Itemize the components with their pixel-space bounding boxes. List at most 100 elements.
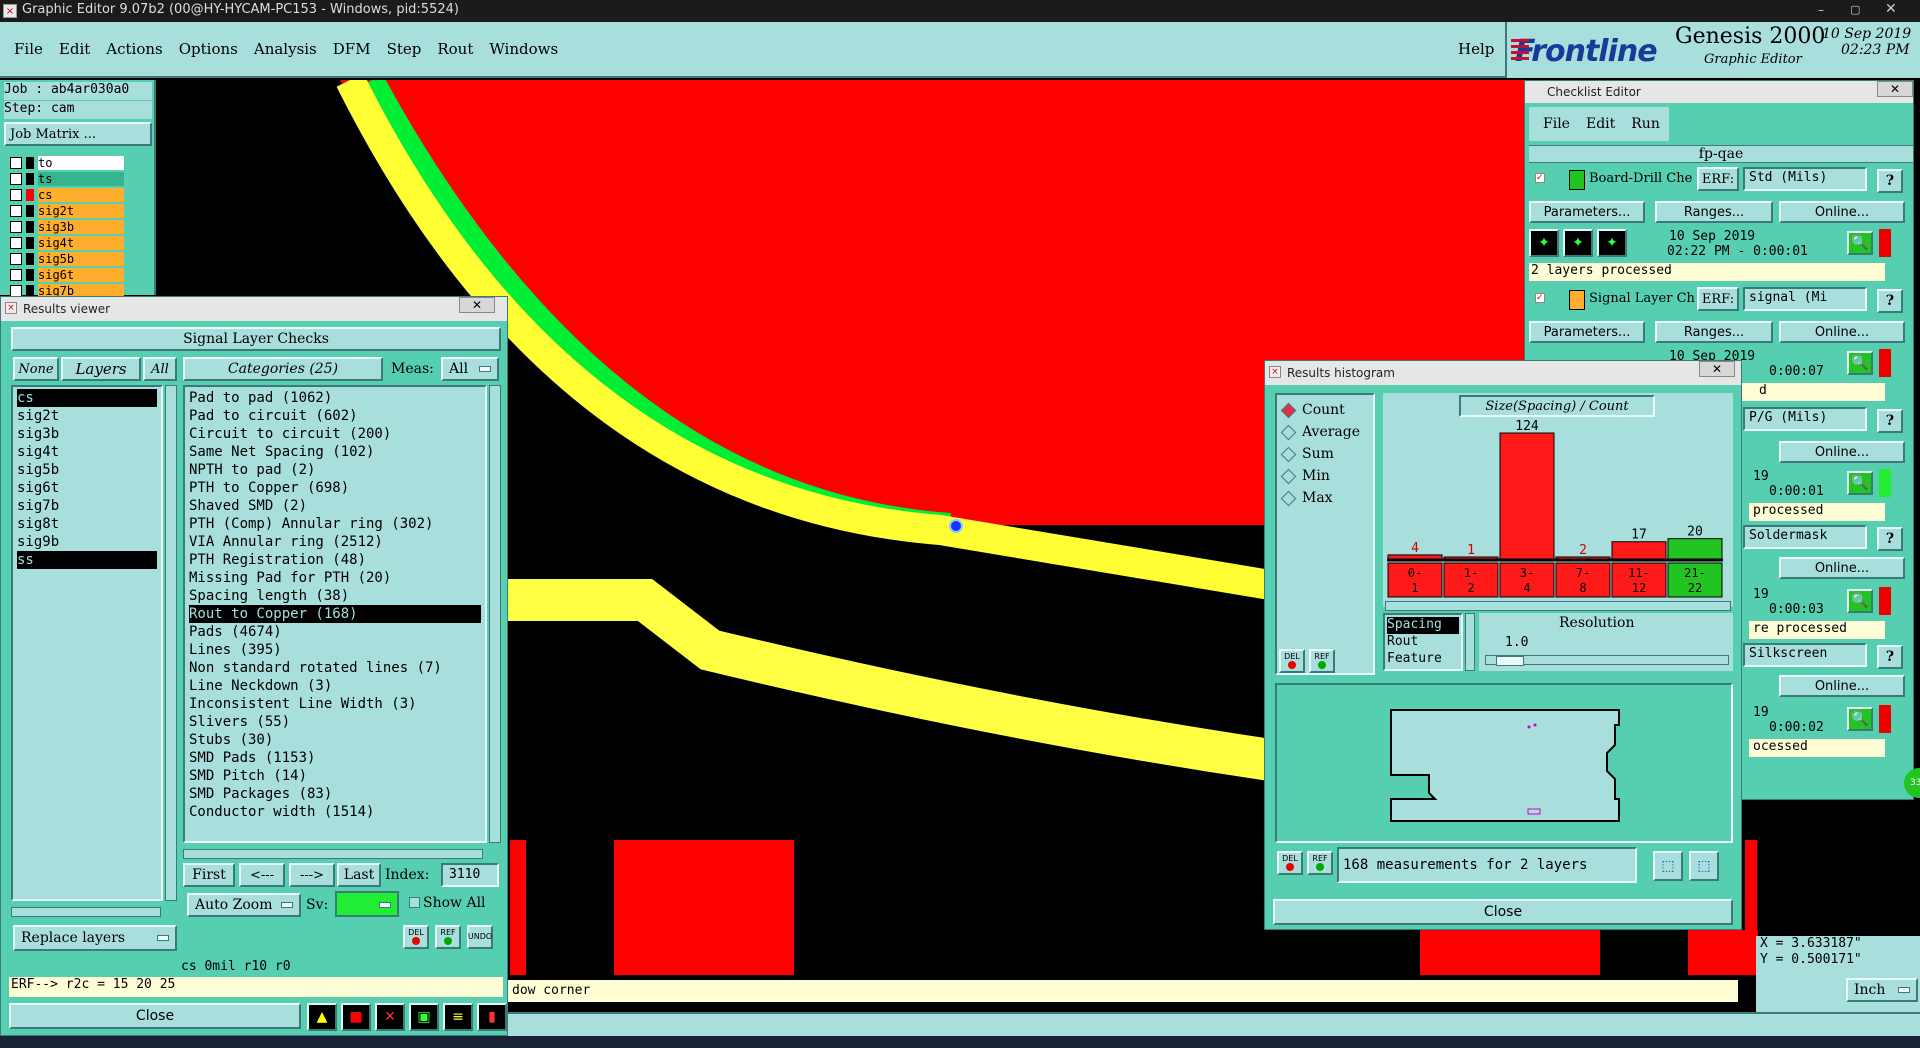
layer-checkbox[interactable] xyxy=(10,205,22,217)
layer-checkbox[interactable] xyxy=(10,173,22,185)
list-item[interactable]: VIA Annular ring (2512) xyxy=(189,533,481,551)
zoom-icon[interactable]: 🔍 xyxy=(1847,351,1873,375)
list-item[interactable]: Circuit to circuit (200) xyxy=(189,425,481,443)
zoom-fit-icon[interactable]: ⬚ xyxy=(1689,851,1719,881)
help-button[interactable]: ? xyxy=(1877,527,1903,551)
help-button[interactable]: ? xyxy=(1877,409,1903,433)
layer-list-hscroll[interactable] xyxy=(11,907,161,917)
first-button[interactable]: First xyxy=(183,863,235,887)
histogram-close-icon[interactable]: ✕ xyxy=(1699,361,1735,377)
tool-icon-1[interactable]: ▲ xyxy=(307,1003,337,1031)
zoom-icon[interactable]: 🔍 xyxy=(1847,707,1873,731)
parameters-button[interactable]: Parameters... xyxy=(1529,201,1645,223)
layer-row[interactable]: sig3b xyxy=(4,219,124,235)
board-preview[interactable] xyxy=(1275,683,1733,843)
erf-value[interactable]: signal (Mi xyxy=(1743,287,1867,311)
zoom-icon[interactable]: 🔍 xyxy=(1847,471,1873,495)
tool-icon-6[interactable]: ▮ xyxy=(477,1003,507,1031)
list-item[interactable]: ss xyxy=(17,551,157,569)
resolution-slider[interactable] xyxy=(1485,655,1729,666)
results-viewer-close-button[interactable]: Close xyxy=(9,1003,301,1029)
run-icon[interactable]: ✦ xyxy=(1597,229,1627,257)
help-button[interactable]: ? xyxy=(1877,289,1903,313)
list-item[interactable]: Rout xyxy=(1387,634,1459,651)
layer-row[interactable]: cs xyxy=(4,187,124,203)
last-button[interactable]: Last xyxy=(337,863,381,887)
show-all-checkbox[interactable] xyxy=(409,897,420,908)
online-button[interactable]: Online... xyxy=(1779,675,1905,697)
tool-icon-2[interactable]: ■ xyxy=(341,1003,371,1031)
layer-row[interactable]: sig5b xyxy=(4,251,124,267)
list-item[interactable]: sig3b xyxy=(17,425,157,443)
parameters-button[interactable]: Parameters... xyxy=(1529,321,1645,343)
layer-row[interactable]: to xyxy=(4,155,124,171)
layer-checkbox[interactable] xyxy=(10,237,22,249)
option-max[interactable]: Max xyxy=(1280,487,1367,509)
next-button[interactable]: ---> xyxy=(289,863,335,887)
layer-row[interactable]: sig6t xyxy=(4,267,124,283)
minimize-button[interactable]: – xyxy=(1818,3,1834,17)
layer-checkbox[interactable] xyxy=(10,269,22,281)
layer-row[interactable]: sig2t xyxy=(4,203,124,219)
run-icon[interactable]: ✦ xyxy=(1529,229,1559,257)
list-item[interactable]: SMD Packages (83) xyxy=(189,785,481,803)
list-item[interactable]: sig7b xyxy=(17,497,157,515)
preview-ref-button[interactable]: REF xyxy=(1307,851,1333,875)
list-item[interactable]: Lines (395) xyxy=(189,641,481,659)
online-button[interactable]: Online... xyxy=(1779,557,1905,579)
undo-button[interactable]: UNDO xyxy=(467,925,493,949)
layer-list-scrollbar[interactable] xyxy=(165,385,177,901)
ref-button[interactable]: REF xyxy=(435,925,461,949)
checklist-menu-file[interactable]: File xyxy=(1543,116,1570,132)
slider-thumb[interactable] xyxy=(1496,656,1524,666)
list-item[interactable]: Rout to Copper (168) xyxy=(189,605,481,623)
categories-button[interactable]: Categories (25) xyxy=(183,357,383,381)
erf-value[interactable]: Soldermask xyxy=(1743,525,1867,549)
list-item[interactable]: Conductor width (1514) xyxy=(189,803,481,821)
layer-checkbox[interactable] xyxy=(10,253,22,265)
layer-row[interactable]: ts xyxy=(4,171,124,187)
list-item[interactable]: Missing Pad for PTH (20) xyxy=(189,569,481,587)
option-sum[interactable]: Sum xyxy=(1280,443,1367,465)
list-item[interactable]: SMD Pads (1153) xyxy=(189,749,481,767)
categories-scrollbar[interactable] xyxy=(489,385,501,843)
layer-results-list[interactable]: cs sig2t sig3b sig4t sig5b sig6t sig7b s… xyxy=(11,385,163,901)
list-item[interactable]: sig5b xyxy=(17,461,157,479)
layer-checkbox[interactable] xyxy=(10,157,22,169)
chart-hscroll[interactable] xyxy=(1385,601,1731,611)
list-item[interactable]: Spacing xyxy=(1387,617,1459,634)
del-button[interactable]: DEL xyxy=(403,925,429,949)
option-count[interactable]: Count xyxy=(1280,399,1367,421)
list-item[interactable]: Pad to pad (1062) xyxy=(189,389,481,407)
tool-icon-5[interactable]: ≡ xyxy=(443,1003,473,1031)
online-button[interactable]: Online... xyxy=(1779,321,1905,343)
list-item[interactable]: Pad to circuit (602) xyxy=(189,407,481,425)
layer-row[interactable]: sig4t xyxy=(4,235,124,251)
ranges-button[interactable]: Ranges... xyxy=(1655,321,1773,343)
none-button[interactable]: None xyxy=(13,357,59,381)
erf-button[interactable]: ERF: xyxy=(1697,287,1739,311)
list-item[interactable]: Pads (4674) xyxy=(189,623,481,641)
zoom-icon[interactable]: 🔍 xyxy=(1847,589,1873,613)
ranges-button[interactable]: Ranges... xyxy=(1655,201,1773,223)
zoom-icon[interactable]: 🔍 xyxy=(1847,231,1873,255)
menu-analysis[interactable]: Analysis xyxy=(254,40,317,58)
job-matrix-button[interactable]: Job Matrix ... xyxy=(4,122,152,146)
menu-dfm[interactable]: DFM xyxy=(333,40,371,58)
list-item[interactable]: Stubs (30) xyxy=(189,731,481,749)
layers-button[interactable]: Layers xyxy=(61,357,141,381)
checklist-menu-edit[interactable]: Edit xyxy=(1586,116,1615,132)
help-button[interactable]: ? xyxy=(1877,169,1903,193)
units-dropdown[interactable]: Inch xyxy=(1846,978,1918,1002)
sv-color-dropdown[interactable] xyxy=(335,891,399,917)
erf-button[interactable]: ERF: xyxy=(1697,167,1739,191)
list-item[interactable]: Non standard rotated lines (7) xyxy=(189,659,481,677)
menu-windows[interactable]: Windows xyxy=(489,40,558,58)
maximize-button[interactable]: ▢ xyxy=(1850,3,1866,17)
option-average[interactable]: Average xyxy=(1280,421,1367,443)
categories-hscroll[interactable] xyxy=(183,849,483,859)
list-item[interactable]: Inconsistent Line Width (3) xyxy=(189,695,481,713)
list-item[interactable]: Feature xyxy=(1387,651,1459,668)
type-list[interactable]: Spacing Rout Feature xyxy=(1383,613,1463,671)
menu-actions[interactable]: Actions xyxy=(106,40,162,58)
